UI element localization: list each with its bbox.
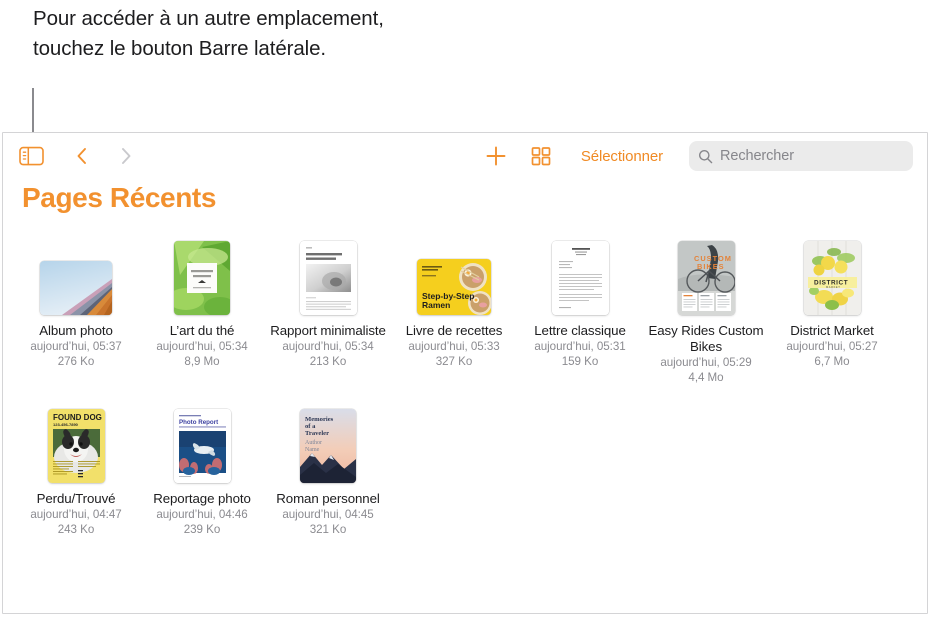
document-size: 213 Ko	[309, 355, 347, 368]
document-date: aujourd’hui, 04:45	[282, 508, 374, 521]
svg-text:FOUND DOG: FOUND DOG	[53, 413, 102, 422]
svg-text:MARKET: MARKET	[826, 285, 840, 289]
document-name: Livre de recettes	[405, 323, 503, 338]
document-item[interactable]: Step-by-Step Ramen Livre de recettes auj…	[391, 223, 517, 375]
document-size: 243 Ko	[57, 523, 95, 536]
thumbnail-container: Memories of a Traveler Author Name	[300, 391, 356, 483]
perdu-trouve-thumbnail: FOUND DOG 123-456-7890	[47, 409, 105, 483]
document-item[interactable]: Album photo aujourd’hui, 05:37 276 Ko	[13, 223, 139, 375]
thumbnail-container	[551, 223, 609, 315]
svg-text:Author: Author	[305, 440, 322, 446]
add-document-button[interactable]	[483, 143, 509, 169]
thumbnail-container: Photo Report	[173, 391, 231, 483]
document-date: aujourd’hui, 05:34	[156, 340, 248, 353]
document-date: aujourd’hui, 05:31	[534, 340, 626, 353]
document-size: 276 Ko	[57, 355, 95, 368]
thumbnail-container	[174, 223, 230, 315]
chevron-right-icon	[122, 148, 131, 164]
svg-text:Traveler: Traveler	[305, 430, 329, 437]
document-date: aujourd’hui, 05:29	[660, 356, 752, 369]
svg-text:Ramen: Ramen	[422, 300, 450, 310]
document-name: Rapport minimaliste	[270, 323, 386, 338]
district-market-thumbnail: DISTRICT MARKET	[803, 241, 861, 315]
search-field[interactable]: Rechercher	[689, 141, 913, 171]
toolbar: Sélectionner Rechercher	[3, 133, 927, 179]
document-name: L’art du thé	[169, 323, 235, 338]
document-item[interactable]: Lettre classique aujourd’hui, 05:31 159 …	[517, 223, 643, 375]
grid-view-icon	[531, 147, 551, 166]
svg-text:Photo Report: Photo Report	[179, 419, 218, 426]
sidebar-icon	[19, 146, 44, 166]
sidebar-toggle-button[interactable]	[19, 146, 44, 166]
document-date: aujourd’hui, 05:37	[30, 340, 122, 353]
toolbar-right-group: Sélectionner Rechercher	[483, 141, 913, 171]
document-item[interactable]: DISTRICT MARKET District Market aujourd’…	[769, 223, 895, 375]
document-item[interactable]: CUSTOM BIKES Easy Rides Custom Bikes auj…	[643, 223, 769, 391]
document-name: District Market	[790, 323, 874, 338]
thumbnail-container: DISTRICT MARKET	[803, 223, 861, 315]
forward-button[interactable]	[118, 145, 134, 167]
document-name: Album photo	[39, 323, 113, 338]
document-name: Lettre classique	[534, 323, 626, 338]
svg-text:Memories: Memories	[305, 416, 334, 423]
thumbnail-container	[40, 223, 112, 315]
rapport-minimaliste-thumbnail	[299, 241, 357, 315]
chevron-left-icon	[77, 148, 86, 164]
document-size: 321 Ko	[309, 523, 347, 536]
document-item[interactable]: Memories of a Traveler Author Name Roman…	[265, 391, 391, 543]
document-name: Easy Rides Custom Bikes	[648, 323, 764, 354]
document-date: aujourd’hui, 04:47	[30, 508, 122, 521]
back-button[interactable]	[74, 145, 90, 167]
album-photo-thumbnail	[40, 261, 112, 315]
document-size: 6,7 Mo	[814, 355, 850, 368]
document-item[interactable]: Rapport minimaliste aujourd’hui, 05:34 2…	[265, 223, 391, 375]
svg-text:Name: Name	[305, 447, 320, 453]
select-button[interactable]: Sélectionner	[575, 146, 669, 167]
document-name: Perdu/Trouvé	[36, 491, 116, 506]
callout-instruction-text: Pour accéder à un autre emplacement, tou…	[33, 7, 384, 60]
lettre-classique-thumbnail	[551, 241, 609, 315]
document-name: Reportage photo	[153, 491, 251, 506]
plus-icon	[486, 146, 506, 166]
document-date: aujourd’hui, 04:46	[156, 508, 248, 521]
livre-de-recettes-thumbnail: Step-by-Step Ramen	[417, 259, 491, 315]
document-size: 8,9 Mo	[184, 355, 220, 368]
document-item[interactable]: L’art du thé aujourd’hui, 05:34 8,9 Mo	[139, 223, 265, 375]
documents-browser-window: Sélectionner Rechercher Pages Récents Al…	[2, 132, 928, 614]
toolbar-left-group	[19, 145, 134, 167]
art-du-the-thumbnail	[174, 241, 230, 315]
reportage-photo-thumbnail: Photo Report	[173, 409, 231, 483]
document-item[interactable]: FOUND DOG 123-456-7890 Perdu/Trouvé aujo…	[13, 391, 139, 543]
document-date: aujourd’hui, 05:33	[408, 340, 500, 353]
document-date: aujourd’hui, 05:34	[282, 340, 374, 353]
document-name: Roman personnel	[276, 491, 380, 506]
document-size: 159 Ko	[561, 355, 599, 368]
document-size: 4,4 Mo	[688, 371, 724, 384]
document-size: 327 Ko	[435, 355, 473, 368]
thumbnail-container	[299, 223, 357, 315]
thumbnail-container: FOUND DOG 123-456-7890	[47, 391, 105, 483]
view-options-button[interactable]	[529, 144, 553, 168]
svg-text:BIKES: BIKES	[697, 262, 725, 271]
document-grid: Album photo aujourd’hui, 05:37 276 Ko L’…	[13, 223, 923, 543]
thumbnail-container: CUSTOM BIKES	[677, 223, 735, 315]
document-date: aujourd’hui, 05:27	[786, 340, 878, 353]
document-item[interactable]: Photo Report Reportage photo aujourd’hui…	[139, 391, 265, 543]
document-size: 239 Ko	[183, 523, 221, 536]
svg-text:of a: of a	[305, 423, 316, 430]
easy-rides-thumbnail: CUSTOM BIKES	[677, 241, 735, 315]
search-icon	[699, 149, 713, 163]
search-input[interactable]: Rechercher	[720, 148, 794, 164]
thumbnail-container: Step-by-Step Ramen	[417, 223, 491, 315]
page-title: Pages Récents	[22, 182, 217, 213]
svg-text:123-456-7890: 123-456-7890	[53, 422, 79, 427]
roman-personnel-thumbnail: Memories of a Traveler Author Name	[300, 409, 356, 483]
